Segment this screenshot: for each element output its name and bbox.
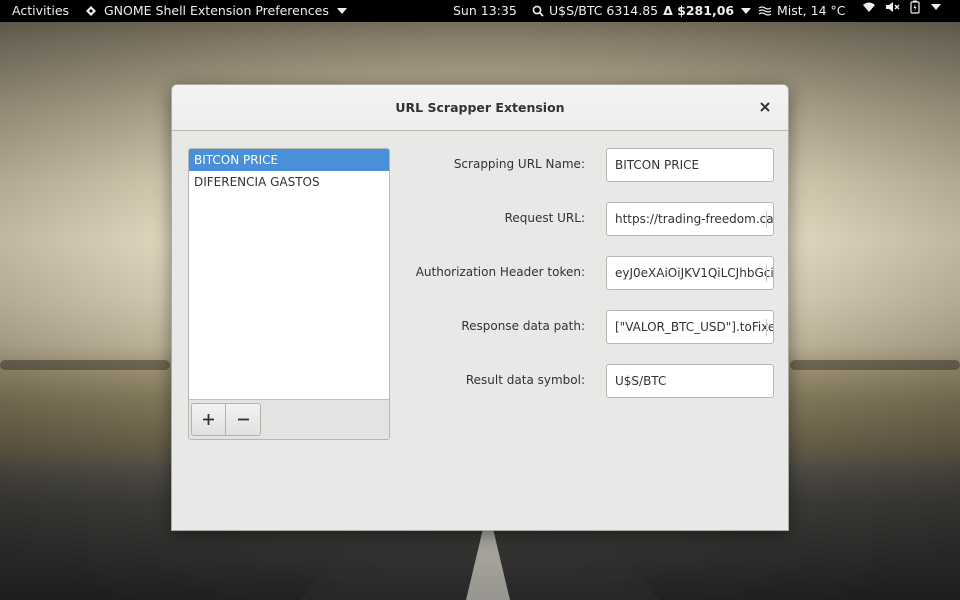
- list-item[interactable]: BITCON PRICE: [189, 149, 389, 171]
- search-icon: [532, 5, 544, 17]
- authorization-token-field[interactable]: eyJ0eXAiOiJKV1QiLCJhbGciO: [606, 256, 774, 290]
- weather-label: Mist, 14 °C: [777, 3, 846, 18]
- authorization-token-value: eyJ0eXAiOiJKV1QiLCJhbGciO: [615, 266, 774, 280]
- response-data-path-label: Response data path:: [461, 319, 585, 333]
- weather-indicator[interactable]: Mist, 14 °C: [758, 0, 845, 22]
- result-data-symbol-label: Result data symbol:: [465, 373, 585, 387]
- top-bar: Activities GNOME Shell Extension Prefere…: [0, 0, 960, 22]
- scrapping-url-name-field[interactable]: BITCON PRICE: [606, 148, 774, 182]
- request-url-label: Request URL:: [504, 211, 585, 225]
- scrapping-url-name-value: BITCON PRICE: [615, 158, 700, 172]
- result-data-symbol-value: U$S/BTC: [615, 374, 667, 388]
- mist-icon: [758, 6, 772, 16]
- system-menu-arrow-icon: [931, 4, 941, 10]
- scrapper-list: BITCON PRICE DIFERENCIA GASTOS: [189, 149, 389, 399]
- form-row-path: Response data path: ["VALOR_BTC_USD"].to…: [405, 310, 775, 344]
- volume-muted-icon: [886, 2, 900, 12]
- form-row-url: Request URL: https://trading-freedom.cat…: [405, 202, 775, 236]
- list-toolbar: [189, 399, 389, 439]
- minus-icon: [237, 418, 249, 421]
- preferences-dialog: URL Scrapper Extension BITCON PRICE DIFE…: [171, 84, 789, 531]
- remove-item-button[interactable]: [226, 403, 261, 436]
- request-url-field[interactable]: https://trading-freedom.catal: [606, 202, 774, 236]
- response-data-path-value: ["VALOR_BTC_USD"].toFixed: [615, 320, 774, 334]
- close-icon: [760, 102, 770, 112]
- app-menu[interactable]: GNOME Shell Extension Preferences: [84, 0, 347, 22]
- text-overflow-mark: [766, 319, 767, 336]
- extension-app-icon: [86, 6, 96, 16]
- close-button[interactable]: [756, 98, 774, 116]
- indicator-delta-label: Δ $281,06: [663, 3, 735, 18]
- url-scrapper-indicator[interactable]: U$S/BTC 6314.85 Δ $281,06: [532, 0, 752, 22]
- indicator-price-label: U$S/BTC 6314.85: [549, 3, 659, 18]
- plus-icon: [203, 414, 214, 425]
- system-status-area[interactable]: [862, 0, 941, 14]
- text-overflow-mark: [766, 265, 767, 282]
- list-item[interactable]: DIFERENCIA GASTOS: [189, 171, 389, 193]
- form-row-symbol: Result data symbol: U$S/BTC: [405, 364, 775, 398]
- request-url-value: https://trading-freedom.catal: [615, 212, 774, 226]
- text-overflow-mark: [766, 211, 767, 228]
- battery-charging-icon: [910, 0, 920, 14]
- form-row-token: Authorization Header token: eyJ0eXAiOiJK…: [405, 256, 775, 290]
- response-data-path-field[interactable]: ["VALOR_BTC_USD"].toFixed: [606, 310, 774, 344]
- dialog-headerbar: URL Scrapper Extension: [172, 85, 788, 131]
- activities-button[interactable]: Activities: [12, 0, 69, 22]
- wifi-icon: [863, 2, 875, 12]
- app-menu-label: GNOME Shell Extension Preferences: [104, 3, 329, 18]
- add-item-button[interactable]: [191, 403, 226, 436]
- result-data-symbol-field[interactable]: U$S/BTC: [606, 364, 774, 398]
- authorization-token-label: Authorization Header token:: [415, 265, 585, 279]
- scrapping-url-name-label: Scrapping URL Name:: [453, 157, 585, 171]
- list-button-group: [191, 403, 261, 436]
- chevron-down-icon: [741, 8, 752, 14]
- clock[interactable]: Sun 13:35: [453, 0, 517, 22]
- scrapper-list-frame: BITCON PRICE DIFERENCIA GASTOS: [188, 148, 390, 440]
- form-row-name: Scrapping URL Name: BITCON PRICE: [405, 148, 775, 182]
- chevron-down-icon: [336, 8, 347, 14]
- dialog-title: URL Scrapper Extension: [395, 100, 565, 115]
